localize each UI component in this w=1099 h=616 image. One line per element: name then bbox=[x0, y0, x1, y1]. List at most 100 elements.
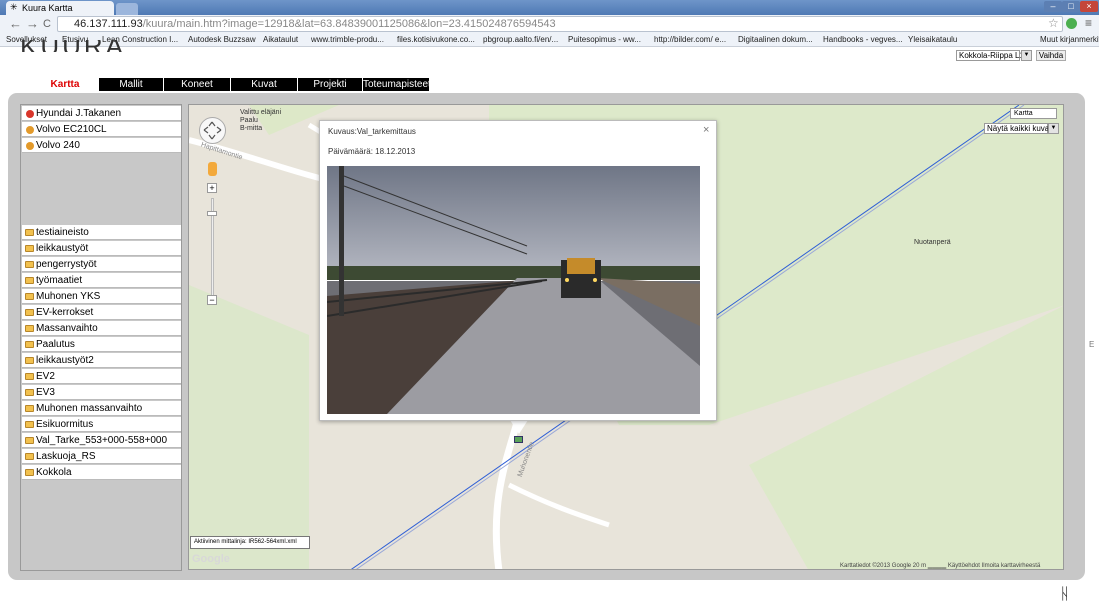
machine-item[interactable]: Volvo EC210CL bbox=[22, 122, 181, 137]
folder-icon bbox=[25, 229, 34, 236]
folder-item[interactable]: EV3 bbox=[22, 385, 181, 400]
status-dot-icon bbox=[26, 110, 34, 118]
close-window-icon[interactable]: × bbox=[1080, 1, 1098, 12]
folder-icon bbox=[25, 245, 34, 252]
project-select[interactable]: Kokkola-Riippa L1 bbox=[956, 50, 1024, 61]
folder-item[interactable]: Massanvaihto bbox=[22, 321, 181, 336]
tab-kartta[interactable]: Kartta bbox=[32, 78, 98, 91]
machine-item[interactable]: Volvo 240 bbox=[22, 138, 181, 153]
bookmark-item[interactable]: Digitaalinen dokum... bbox=[738, 34, 813, 46]
window-titlebar bbox=[0, 0, 1099, 15]
minimize-icon[interactable]: – bbox=[1044, 1, 1062, 12]
zoom-slider-knob[interactable] bbox=[207, 211, 217, 216]
chevron-down-icon[interactable]: ▼ bbox=[1048, 123, 1059, 134]
folder-item[interactable]: leikkaustyöt2 bbox=[22, 353, 181, 368]
folder-item[interactable]: EV-kerrokset bbox=[22, 305, 181, 320]
folder-item[interactable]: leikkaustyöt bbox=[22, 241, 181, 256]
maximize-icon[interactable]: □ bbox=[1062, 1, 1080, 12]
other-bookmarks[interactable]: Muut kirjanmerkit bbox=[1040, 34, 1099, 46]
image-marker-icon[interactable] bbox=[514, 436, 523, 443]
folder-icon bbox=[25, 437, 34, 444]
folder-icon bbox=[25, 357, 34, 364]
bookmark-item[interactable]: www.trimble-produ... bbox=[311, 34, 384, 46]
bookmark-item[interactable]: Aikataulut bbox=[263, 34, 298, 46]
tab-projekti[interactable]: Projekti bbox=[298, 78, 362, 91]
pan-control-icon[interactable] bbox=[199, 117, 226, 144]
bookmark-item[interactable]: Autodesk Buzzsaw bbox=[188, 34, 256, 46]
folder-label: EV2 bbox=[36, 371, 55, 382]
folder-item[interactable]: työmaatiet bbox=[22, 273, 181, 288]
tab-koneet[interactable]: Koneet bbox=[164, 78, 230, 91]
show-images-select[interactable]: Näytä kaikki kuvat bbox=[984, 123, 1051, 134]
map-type-select[interactable]: Kartta bbox=[1010, 108, 1057, 119]
new-tab-button[interactable] bbox=[116, 3, 138, 15]
folder-icon bbox=[25, 261, 34, 268]
folder-icon bbox=[25, 341, 34, 348]
close-icon[interactable]: × bbox=[703, 124, 709, 136]
folder-icon bbox=[25, 309, 34, 316]
folder-label: Paalutus bbox=[36, 339, 75, 350]
browser-tab[interactable]: ✳ Kuura Kartta bbox=[6, 1, 114, 15]
folder-label: Esikuormitus bbox=[36, 419, 94, 430]
kuura-logo: KUURA bbox=[20, 40, 126, 52]
folder-item[interactable]: pengerrystyöt bbox=[22, 257, 181, 272]
zoom-in-icon[interactable]: + bbox=[207, 183, 217, 193]
folder-label: Kokkola bbox=[36, 467, 72, 478]
address-bar[interactable]: 46.137.111.93/kuura/main.htm?image=12918… bbox=[57, 16, 1063, 32]
machine-item[interactable]: Hyundai J.Takanen bbox=[22, 106, 181, 121]
folder-label: testiaineisto bbox=[36, 227, 89, 238]
star-icon[interactable]: ☆ bbox=[1048, 16, 1059, 30]
url-path: /kuura/main.htm?image=12918&lat=63.84839… bbox=[142, 18, 556, 30]
folder-item[interactable]: Kokkola bbox=[22, 465, 181, 480]
folder-label: Val_Tarke_553+000-558+000 bbox=[36, 435, 168, 446]
bookmark-item[interactable]: Handbooks - vegves... bbox=[823, 34, 903, 46]
folder-label: leikkaustyöt2 bbox=[36, 355, 94, 366]
bookmark-item[interactable]: Yleisaikataulu bbox=[908, 34, 957, 46]
kuura-favicon-icon: ✳ bbox=[10, 2, 18, 12]
popup-title: Kuvaus:Val_tarkemittaus bbox=[328, 127, 416, 136]
folder-item[interactable]: Muhonen YKS bbox=[22, 289, 181, 304]
status-dot-icon bbox=[26, 126, 34, 134]
folder-item[interactable]: Val_Tarke_553+000-558+000 bbox=[22, 433, 181, 448]
folder-label: Muhonen massanvaihto bbox=[36, 403, 143, 414]
folder-item[interactable]: Laskuoja_RS bbox=[22, 449, 181, 464]
street-view-icon[interactable] bbox=[208, 162, 217, 176]
bookmark-item[interactable]: pbgroup.aalto.fi/en/... bbox=[483, 34, 558, 46]
reload-icon[interactable]: C bbox=[43, 16, 51, 32]
corner-logo-icon: ᚺ bbox=[1060, 586, 1070, 603]
left-panel: Hyundai J.Takanen Volvo EC210CL Volvo 24… bbox=[20, 104, 182, 571]
folder-icon bbox=[25, 325, 34, 332]
folder-item[interactable]: EV2 bbox=[22, 369, 181, 384]
pan-arrows bbox=[203, 121, 222, 140]
folder-item[interactable]: Paalutus bbox=[22, 337, 181, 352]
machine-label: Hyundai J.Takanen bbox=[36, 108, 122, 119]
url-host: 46.137.111.93 bbox=[74, 18, 143, 30]
extension-icon[interactable] bbox=[1066, 18, 1077, 29]
tab-toteumapisteet[interactable]: Toteumapisteet bbox=[363, 78, 431, 91]
folder-icon bbox=[25, 277, 34, 284]
menu-icon[interactable]: ≡ bbox=[1085, 16, 1092, 30]
bookmark-item[interactable]: http://bilder.com/ e... bbox=[654, 34, 726, 46]
popup-date: Päivämäärä: 18.12.2013 bbox=[328, 147, 416, 156]
zoom-out-icon[interactable]: − bbox=[207, 295, 217, 305]
switch-button[interactable]: Vaihda bbox=[1036, 50, 1066, 61]
folder-label: pengerrystyöt bbox=[36, 259, 97, 270]
photo-drawing bbox=[327, 166, 700, 414]
folder-label: leikkaustyöt bbox=[36, 243, 89, 254]
folder-label: EV-kerrokset bbox=[36, 307, 94, 318]
back-icon[interactable]: ← bbox=[9, 16, 22, 32]
chevron-down-icon[interactable]: ▼ bbox=[1021, 50, 1032, 61]
layer-legend-item: B-mitta bbox=[240, 125, 263, 132]
folder-item[interactable]: testiaineisto bbox=[22, 225, 181, 240]
folder-item[interactable]: Esikuormitus bbox=[22, 417, 181, 432]
tab-title: Kuura Kartta bbox=[22, 3, 73, 13]
folder-item[interactable]: Muhonen massanvaihto bbox=[22, 401, 181, 416]
folder-label: Massanvaihto bbox=[36, 323, 98, 334]
tab-mallit[interactable]: Mallit bbox=[99, 78, 163, 91]
bookmark-item[interactable]: Puitesopimus - ww... bbox=[568, 34, 641, 46]
tab-kuvat[interactable]: Kuvat bbox=[231, 78, 297, 91]
measure-line-label: Aktiivinen mittalinja: IR562-564xml.xml bbox=[190, 536, 310, 549]
folder-icon bbox=[25, 389, 34, 396]
forward-icon[interactable]: → bbox=[26, 16, 39, 32]
bookmark-item[interactable]: files.kotisivukone.co... bbox=[397, 34, 475, 46]
